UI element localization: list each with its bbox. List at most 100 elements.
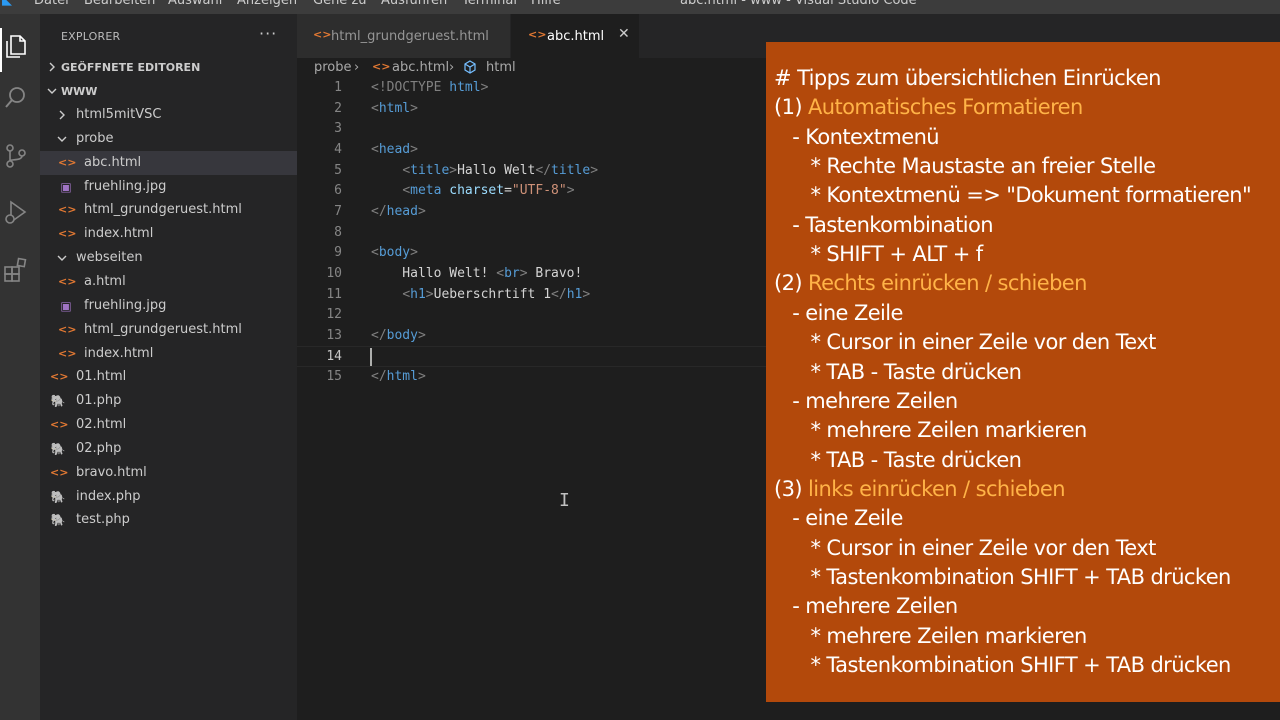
tree-file[interactable]: ▣ fruehling.jpg (40, 175, 297, 199)
code-text: </html> (371, 369, 426, 385)
symbol-icon (462, 59, 478, 79)
tree-file[interactable]: 🐘 index.php (40, 485, 297, 509)
workspace-section[interactable]: WWW (40, 81, 297, 103)
tree-item-label: html_grundgeruest.html (84, 202, 242, 218)
line-number: 2 (334, 100, 342, 116)
line-number: 9 (334, 245, 342, 261)
note-line: - eine Zeile (774, 300, 903, 325)
search-icon[interactable] (0, 76, 40, 120)
tree-file[interactable]: 🐘 test.php (40, 508, 297, 532)
php-file-icon: 🐘 (50, 489, 66, 504)
menu-terminal[interactable]: Terminal (462, 0, 517, 8)
more-actions-icon[interactable]: ··· (259, 24, 277, 43)
menu-datei[interactable]: Datei (34, 0, 69, 8)
tree-file[interactable]: <> html_grundgeruest.html (40, 198, 297, 222)
breadcrumb-symbol[interactable]: html (486, 60, 516, 75)
line-number: 7 (334, 203, 342, 219)
menu-bar: ◣ Datei Bearbeiten Auswahl Anzeigen Gehe… (0, 0, 1280, 14)
extensions-icon[interactable] (0, 248, 40, 292)
explorer-icon[interactable] (0, 24, 40, 72)
line-number: 8 (334, 224, 342, 240)
tab-abc-html[interactable]: <> abc.html ✕ (511, 14, 639, 58)
menu-gehe-zu[interactable]: Gehe zu (313, 0, 367, 8)
code-line: 2 <html> (297, 99, 767, 120)
menu-ausfuehren[interactable]: Ausführen (381, 0, 447, 8)
php-file-icon: 🐘 (50, 394, 66, 409)
code-text: <head> (371, 141, 418, 157)
menu-hilfe[interactable]: Hilfe (531, 0, 561, 8)
tree-file[interactable]: <> index.html (40, 222, 297, 246)
tree-file[interactable]: <> 01.html (40, 365, 297, 389)
line-number: 11 (326, 286, 342, 302)
tree-file[interactable]: 🐘 02.php (40, 437, 297, 461)
html-file-icon: <> (372, 60, 391, 73)
open-editors-section[interactable]: GEÖFFNETE EDITOREN (40, 57, 297, 79)
code-line: 3 (297, 119, 767, 140)
source-control-icon[interactable] (0, 134, 40, 178)
note-line: (3) links einrücken / schieben (774, 476, 1066, 501)
run-debug-icon[interactable] (0, 190, 40, 234)
line-number: 15 (326, 369, 342, 385)
close-icon[interactable]: ✕ (618, 26, 630, 42)
chevron-right-icon (59, 110, 65, 120)
tree-item-label: bravo.html (76, 464, 147, 480)
tree-folder[interactable]: html5mitVSC (40, 103, 297, 127)
tree-item-label: 02.html (76, 417, 127, 433)
tab-label: html_grundgeruest.html (331, 29, 489, 44)
code-text: </head> (371, 203, 426, 219)
code-text: <h1>Ueberschrtift 1</h1> (402, 286, 591, 302)
chevron-right-icon (49, 62, 55, 72)
tree-item-label: a.html (84, 273, 126, 289)
code-text: <title>Hallo Welt</title> (402, 162, 599, 178)
code-line: 6 <meta charset="UTF-8"> (297, 181, 767, 202)
note-line: * Kontextmenü => "Dokument formatieren" (774, 183, 1252, 208)
code-text: <meta charset="UTF-8"> (402, 183, 575, 199)
code-line: 10 Hallo Welt! <br> Bravo! (297, 264, 767, 285)
chevron-down-icon (57, 255, 67, 262)
tree-file[interactable]: <> a.html (40, 270, 297, 294)
code-line: 8 (297, 223, 767, 244)
tree-file[interactable]: <> abc.html (40, 150, 297, 175)
tree-file[interactable]: <> 02.html (40, 413, 297, 437)
html-file-icon: <> (50, 465, 69, 479)
html-file-icon: <> (58, 227, 77, 241)
mouse-ibeam-icon: I (559, 490, 570, 511)
code-editor[interactable]: 1 <!DOCTYPE html> 2 <html> 3 4 <head> 5 <title>… (297, 78, 767, 720)
menu-anzeigen[interactable]: Anzeigen (237, 0, 297, 8)
note-line: * TAB - Taste drücken (774, 359, 1022, 384)
tree-item-label: html_grundgeruest.html (84, 321, 242, 337)
html-file-icon: <> (50, 418, 69, 432)
note-line: * Cursor in einer Zeile vor den Text (774, 535, 1156, 560)
menu-bearbeiten[interactable]: Bearbeiten (84, 0, 155, 8)
tree-file[interactable]: 🐘 01.php (40, 389, 297, 413)
code-line: 12 (297, 305, 767, 326)
html-file-icon: <> (58, 274, 77, 288)
tree-file[interactable]: <> html_grundgeruest.html (40, 318, 297, 342)
line-number: 10 (326, 265, 342, 281)
code-line: 7 </head> (297, 202, 767, 223)
code-text: Hallo Welt! <br> Bravo! (371, 265, 583, 281)
code-line: 13 </body> (297, 326, 767, 347)
breadcrumb-file[interactable]: abc.html (392, 60, 449, 75)
line-number: 3 (334, 121, 342, 137)
tree-file[interactable]: <> index.html (40, 342, 297, 366)
line-number: 12 (326, 307, 342, 323)
tab-html-grundgeruest[interactable]: <> html_grundgeruest.html (297, 14, 510, 58)
code-text: <html> (371, 100, 418, 116)
note-line: * TAB - Taste drücken (774, 447, 1022, 472)
line-number: 6 (334, 183, 342, 199)
tree-file[interactable]: ▣ fruehling.jpg (40, 294, 297, 318)
chevron-down-icon (47, 88, 57, 94)
note-line: * mehrere Zeilen markieren (774, 623, 1087, 648)
breadcrumb-folder[interactable]: probe (314, 60, 352, 75)
html-file-icon: <> (58, 322, 77, 336)
menu-auswahl[interactable]: Auswahl (168, 0, 222, 8)
tree-folder[interactable]: probe (40, 127, 297, 151)
line-number: 13 (326, 327, 342, 343)
tree-file[interactable]: <> bravo.html (40, 461, 297, 485)
tree-folder[interactable]: webseiten (40, 246, 297, 270)
code-line: 9 <body> (297, 243, 767, 264)
open-editors-label: GEÖFFNETE EDITOREN (61, 61, 201, 74)
note-line: (2) Rechts einrücken / schieben (774, 271, 1087, 296)
note-line: # Tipps zum übersichtlichen Einrücken (774, 66, 1161, 90)
